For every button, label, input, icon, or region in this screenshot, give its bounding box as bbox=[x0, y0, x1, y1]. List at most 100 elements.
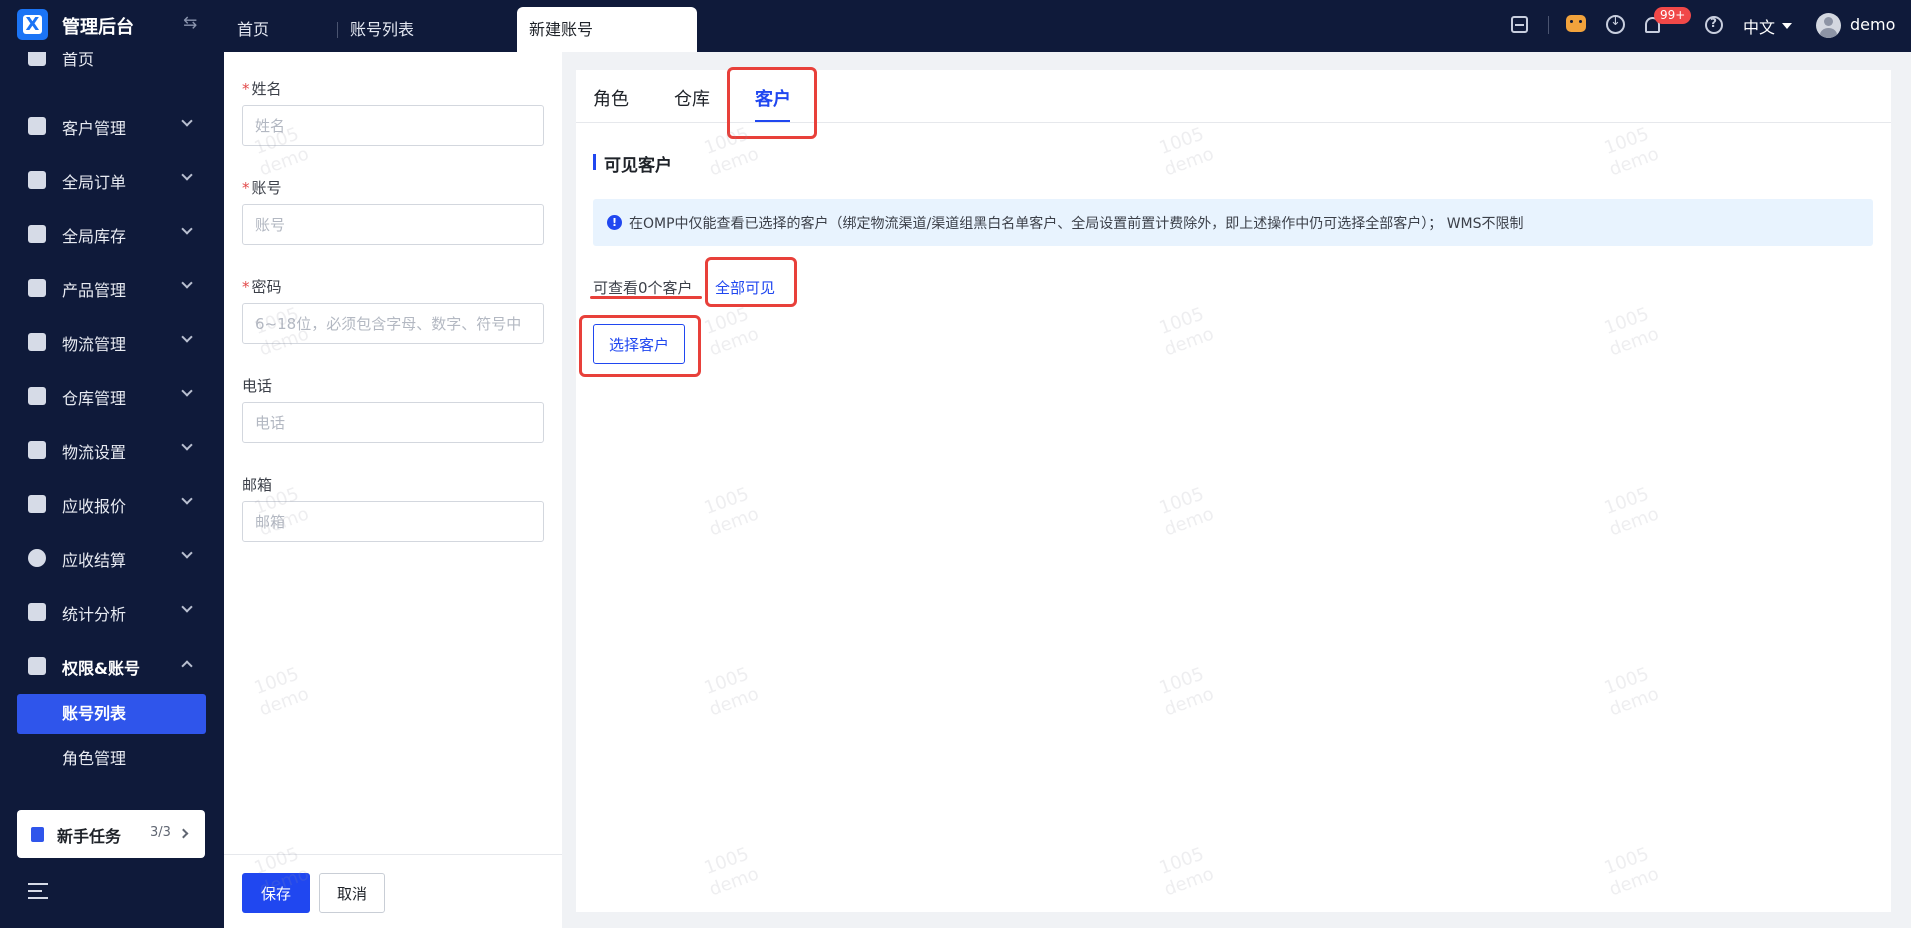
name-field[interactable] bbox=[242, 105, 544, 146]
chevron-down-icon bbox=[181, 601, 193, 613]
menu-collapse-icon[interactable] bbox=[28, 883, 48, 899]
account-field[interactable] bbox=[242, 204, 544, 245]
notification-badge: 99+ bbox=[1654, 7, 1692, 24]
username[interactable]: demo bbox=[1850, 15, 1895, 34]
sidebar-item-receivable-quote[interactable]: 应收报价 bbox=[0, 484, 224, 524]
sidebar-item-label: 仓库管理 bbox=[62, 389, 127, 408]
password-label: * 密码 bbox=[242, 278, 282, 296]
task-clipboard-icon bbox=[31, 827, 44, 842]
sidebar-item-logistics[interactable]: 物流管理 bbox=[0, 322, 224, 362]
truck-icon bbox=[28, 333, 46, 351]
chevron-down-icon bbox=[181, 385, 193, 397]
download-icon[interactable] bbox=[1606, 14, 1625, 34]
app-logo-icon[interactable] bbox=[17, 9, 48, 40]
swap-arrows-icon[interactable]: ⇆ bbox=[183, 13, 197, 33]
language-selector[interactable]: 中文 bbox=[1743, 14, 1775, 38]
help-icon[interactable] bbox=[1705, 16, 1723, 34]
box-settings-icon bbox=[28, 441, 46, 459]
home-icon bbox=[28, 52, 46, 66]
account-label: * 账号 bbox=[242, 179, 282, 197]
tab-new-account[interactable]: 新建账号 bbox=[517, 7, 697, 52]
tab-role[interactable]: 角色 bbox=[593, 85, 629, 111]
chevron-down-icon bbox=[181, 169, 193, 181]
dollar-icon bbox=[28, 549, 46, 567]
document-icon bbox=[28, 495, 46, 513]
users-icon bbox=[28, 117, 46, 135]
visibility-panel: 角色 仓库 客户 可见客户 ! 在OMP中仅能查看已选择的客户（绑定物流渠道/渠… bbox=[576, 67, 1891, 912]
sidebar-subitem-role-management[interactable]: 角色管理 bbox=[17, 739, 206, 779]
chevron-down-icon bbox=[181, 277, 193, 289]
inbox-icon[interactable] bbox=[1511, 16, 1528, 33]
chevron-down-icon bbox=[181, 493, 193, 505]
task-label: 新手任务 bbox=[57, 827, 122, 846]
email-field[interactable] bbox=[242, 501, 544, 542]
chevron-down-icon bbox=[181, 331, 193, 343]
sidebar-item-label: 首页 bbox=[62, 52, 95, 69]
account-form: *姓名 *账号 *密码 电话 邮箱 保存 取消 bbox=[224, 52, 562, 928]
section-title: 可见客户 bbox=[604, 156, 672, 176]
info-notice: ! 在OMP中仅能查看已选择的客户（绑定物流渠道/渠道组黑白名单客户、全局设置前… bbox=[593, 199, 1873, 246]
robot-icon[interactable] bbox=[1566, 15, 1586, 32]
visible-customer-count: 可查看0个客户 bbox=[593, 279, 693, 297]
chevron-down-icon bbox=[181, 115, 193, 127]
beginner-tasks-card[interactable]: 新手任务 3/3 bbox=[17, 810, 205, 858]
org-chart-icon bbox=[28, 657, 46, 675]
tab-divider bbox=[337, 22, 338, 38]
warehouse-icon bbox=[28, 225, 46, 243]
task-count: 3/3 bbox=[150, 825, 171, 840]
annotation-count-underline bbox=[590, 296, 702, 299]
clipboard-icon bbox=[28, 171, 46, 189]
sidebar-item-inventory[interactable]: 全局库存 bbox=[0, 214, 224, 254]
header-divider bbox=[1548, 16, 1549, 34]
tab-warehouse[interactable]: 仓库 bbox=[674, 85, 710, 111]
caret-down-icon[interactable] bbox=[1782, 23, 1792, 29]
section-accent-bar bbox=[593, 154, 596, 170]
phone-label: 电话 bbox=[242, 377, 273, 395]
name-label: * 姓名 bbox=[242, 80, 282, 98]
sidebar-item-receivable-settlement[interactable]: 应收结算 bbox=[0, 538, 224, 578]
top-bar: 管理后台 ⇆ 首页 账号列表 新建账号 99+ 中文 demo bbox=[0, 0, 1911, 52]
info-icon: ! bbox=[607, 215, 622, 230]
password-field[interactable] bbox=[242, 303, 544, 344]
save-button[interactable]: 保存 bbox=[242, 873, 310, 913]
house-icon bbox=[28, 387, 46, 405]
sidebar-item-label: 应收报价 bbox=[62, 497, 127, 516]
sidebar-item-warehouse[interactable]: 仓库管理 bbox=[0, 376, 224, 416]
chevron-down-icon bbox=[181, 439, 193, 451]
chevron-down-icon bbox=[181, 223, 193, 235]
sidebar-subitem-account-list[interactable]: 账号列表 bbox=[17, 694, 206, 734]
cancel-button[interactable]: 取消 bbox=[319, 873, 385, 913]
sidebar-item-products[interactable]: 产品管理 bbox=[0, 268, 224, 308]
phone-field[interactable] bbox=[242, 402, 544, 443]
app-title: 管理后台 bbox=[62, 17, 134, 38]
sidebar-item-home[interactable]: 首页 bbox=[0, 52, 224, 77]
chevron-right-icon bbox=[178, 828, 189, 839]
email-label: 邮箱 bbox=[242, 476, 273, 494]
sidebar-item-label: 权限&账号 bbox=[62, 659, 140, 678]
tab-account-list[interactable]: 账号列表 bbox=[350, 7, 414, 52]
sidebar-item-label: 物流设置 bbox=[62, 443, 127, 462]
bag-icon bbox=[28, 279, 46, 297]
annotation-all-visible bbox=[705, 257, 797, 307]
sidebar-item-label: 客户管理 bbox=[62, 119, 127, 138]
footer-divider bbox=[224, 854, 562, 855]
annotation-select-button bbox=[579, 315, 701, 377]
sidebar-item-label: 产品管理 bbox=[62, 281, 127, 300]
annotation-customer-tab bbox=[727, 67, 817, 139]
sidebar-item-label: 统计分析 bbox=[62, 605, 127, 624]
sidebar-item-label: 全局订单 bbox=[62, 173, 127, 192]
sidebar-item-orders[interactable]: 全局订单 bbox=[0, 160, 224, 200]
chevron-up-icon bbox=[181, 660, 193, 672]
sidebar-item-customers[interactable]: 客户管理 bbox=[0, 106, 224, 146]
sidebar-item-label: 应收结算 bbox=[62, 551, 127, 570]
avatar[interactable] bbox=[1816, 13, 1841, 38]
sidebar-item-logistics-settings[interactable]: 物流设置 bbox=[0, 430, 224, 470]
sidebar: 首页 客户管理 全局订单 全局库存 产品管理 物流管理 仓库管理 物流设置 应收… bbox=[0, 52, 224, 928]
sidebar-item-label: 物流管理 bbox=[62, 335, 127, 354]
tab-home[interactable]: 首页 bbox=[237, 7, 269, 52]
sidebar-item-permissions[interactable]: 权限&账号 bbox=[0, 646, 224, 686]
sidebar-item-analytics[interactable]: 统计分析 bbox=[0, 592, 224, 632]
chart-icon bbox=[28, 603, 46, 621]
sidebar-item-label: 全局库存 bbox=[62, 227, 127, 246]
chevron-down-icon bbox=[181, 547, 193, 559]
